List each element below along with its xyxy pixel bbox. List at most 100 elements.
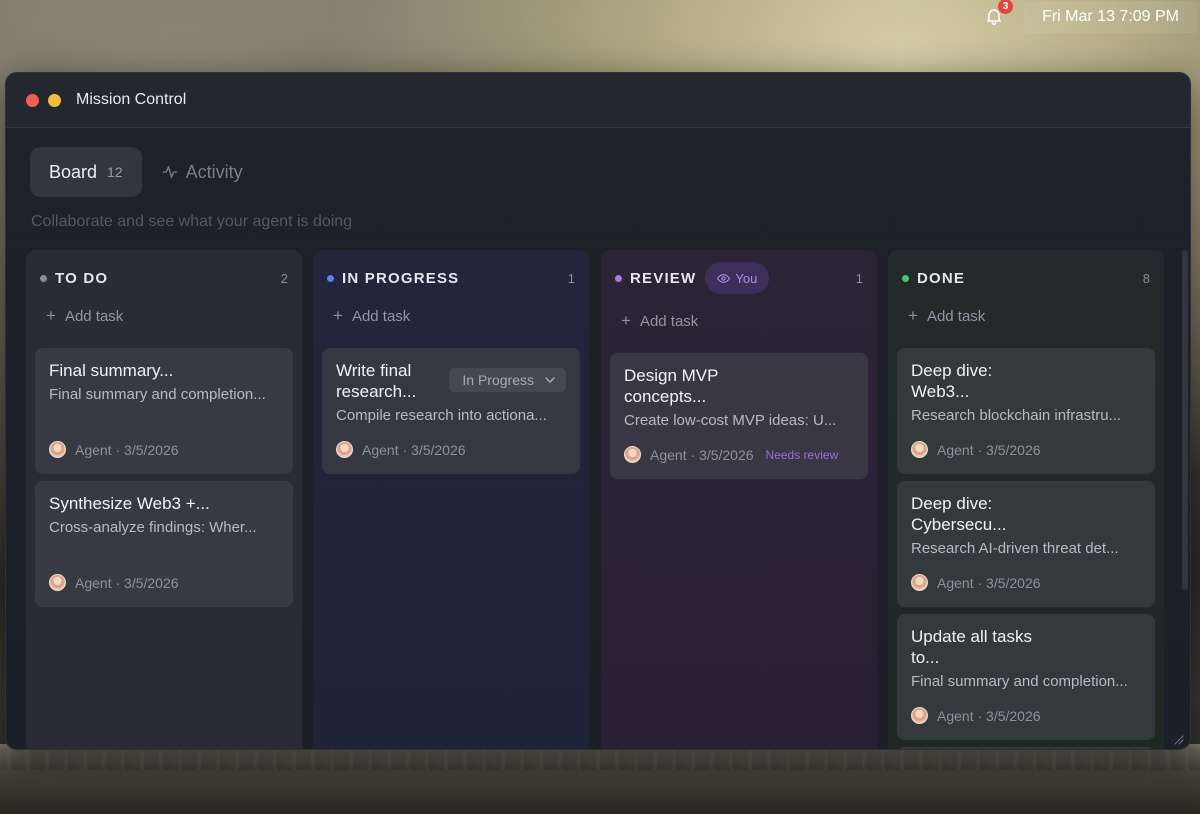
add-task-label: Add task <box>64 307 124 325</box>
column-todo: TO DO 2 + Add task Final summary... Fina… <box>26 250 302 749</box>
agent-avatar <box>624 446 641 463</box>
wallpaper-landscape <box>0 744 1200 814</box>
card-author-date: Agent · 3/5/2026 <box>937 574 1041 591</box>
card-meta: Agent · 3/5/2026 <box>49 441 279 458</box>
tab-activity-label: Activity <box>185 161 243 182</box>
assignee-badge-label: You <box>735 270 758 286</box>
menu-bar-status: 3 Fri Mar 13 7:09 PM <box>984 0 1200 34</box>
task-card[interactable]: Deep dive: Cybersecu... Research AI-driv… <box>897 481 1155 607</box>
card-author-date: Agent · 3/5/2026 <box>937 707 1041 724</box>
plus-icon: + <box>621 311 631 330</box>
column-count: 1 <box>567 270 575 286</box>
task-card-partial[interactable] <box>897 747 1155 749</box>
view-tabs: Board 12 Activity <box>30 147 262 197</box>
column-review: REVIEW You 1 + Add task Design MVP conce… <box>601 250 877 749</box>
column-header: DONE 8 <box>902 264 1150 292</box>
add-task-button[interactable]: + Add task <box>333 306 410 326</box>
card-description: Final summary and completion... <box>911 673 1128 690</box>
task-card[interactable]: Design MVP concepts... Create low-cost M… <box>610 353 868 479</box>
plus-icon: + <box>333 306 343 325</box>
column-header: IN PROGRESS 1 <box>327 264 575 292</box>
add-task-label: Add task <box>639 312 699 330</box>
window-title: Mission Control <box>76 91 187 108</box>
status-dot <box>327 274 334 282</box>
eye-icon <box>717 273 731 283</box>
chevron-down-icon <box>545 377 555 383</box>
menu-bar-clock[interactable]: Fri Mar 13 7:09 PM <box>1024 1 1197 33</box>
add-task-label: Add task <box>926 307 986 325</box>
status-dot <box>902 274 909 282</box>
card-meta: Agent · 3/5/2026 <box>911 574 1141 591</box>
card-meta: Agent · 3/5/2026 <box>911 707 1141 724</box>
agent-avatar <box>336 441 353 458</box>
column-header: TO DO 2 <box>40 264 288 292</box>
card-title: Synthesize Web3 +... <box>49 494 210 513</box>
agent-avatar <box>49 441 66 458</box>
card-meta: Agent · 3/5/2026 <box>336 441 566 458</box>
plus-icon: + <box>46 306 56 325</box>
card-meta: Agent · 3/5/2026 <box>49 574 279 591</box>
card-description: Compile research into actiona... <box>336 407 547 424</box>
card-title: Deep dive: Web3... <box>911 361 993 401</box>
card-author-date: Agent · 3/5/2026 <box>75 574 179 591</box>
column-title: DONE <box>917 269 966 287</box>
notification-badge: 3 <box>998 0 1014 14</box>
agent-avatar <box>49 574 66 591</box>
page-subtitle: Collaborate and see what your agent is d… <box>31 213 353 230</box>
status-dot <box>615 274 622 282</box>
card-description: Create low-cost MVP ideas: U... <box>624 412 837 429</box>
card-title: Deep dive: Cybersecu... <box>911 494 1007 534</box>
column-in-progress: IN PROGRESS 1 + Add task Write final res… <box>313 250 589 749</box>
column-title: REVIEW <box>630 269 697 287</box>
column-header: REVIEW You 1 <box>615 261 863 295</box>
notifications-button[interactable]: 3 <box>984 0 1014 28</box>
tab-board-count: 12 <box>107 164 123 180</box>
task-card[interactable]: Write final research... In Progress Comp… <box>322 348 580 474</box>
column-done: DONE 8 + Add task Deep dive: Web3... Res… <box>888 250 1164 749</box>
status-dot <box>40 274 47 282</box>
agent-avatar <box>911 707 928 724</box>
activity-icon <box>162 166 178 178</box>
agent-avatar <box>911 574 928 591</box>
tab-board-label: Board <box>49 161 98 182</box>
card-description: Research blockchain infrastru... <box>911 407 1122 424</box>
card-title: Final summary... <box>49 361 174 380</box>
card-author-date: Agent · 3/5/2026 <box>937 441 1041 458</box>
kanban-board: TO DO 2 + Add task Final summary... Fina… <box>26 250 1164 749</box>
status-dropdown-value: In Progress <box>462 372 534 388</box>
card-title: Design MVP concepts... <box>624 366 719 406</box>
task-card[interactable]: Final summary... Final summary and compl… <box>35 348 293 474</box>
add-task-button[interactable]: + Add task <box>908 306 985 326</box>
column-count: 8 <box>1142 270 1150 286</box>
minimize-window-button[interactable] <box>48 93 61 107</box>
board-scrollbar[interactable] <box>1182 250 1188 590</box>
plus-icon: + <box>908 306 918 325</box>
assignee-badge[interactable]: You <box>705 262 770 294</box>
card-author-date: Agent · 3/5/2026 <box>362 441 466 458</box>
tab-board[interactable]: Board 12 <box>30 147 142 197</box>
status-dropdown[interactable]: In Progress <box>449 368 566 392</box>
column-title: IN PROGRESS <box>342 269 460 287</box>
card-meta: Agent · 3/5/2026 Needs review <box>624 446 854 463</box>
card-description: Final summary and completion... <box>49 386 266 403</box>
resize-grip-icon[interactable] <box>1170 731 1184 745</box>
task-card[interactable]: Deep dive: Web3... Research blockchain i… <box>897 348 1155 474</box>
column-title: TO DO <box>55 269 109 287</box>
tab-activity[interactable]: Activity <box>142 147 262 197</box>
add-task-label: Add task <box>351 307 411 325</box>
agent-avatar <box>911 441 928 458</box>
add-task-button[interactable]: + Add task <box>621 311 698 331</box>
close-window-button[interactable] <box>26 93 39 107</box>
card-author-date: Agent · 3/5/2026 <box>650 446 754 463</box>
card-description: Research AI-driven threat det... <box>911 540 1119 557</box>
add-task-button[interactable]: + Add task <box>46 306 123 326</box>
card-title: Update all tasks to... <box>911 627 1032 667</box>
column-count: 2 <box>280 270 288 286</box>
window-content: Board 12 Activity Collaborate and see wh… <box>6 128 1190 749</box>
card-meta: Agent · 3/5/2026 <box>911 441 1141 458</box>
card-title: Write final research... <box>336 361 417 401</box>
column-count: 1 <box>855 270 863 286</box>
task-card[interactable]: Update all tasks to... Final summary and… <box>897 614 1155 740</box>
window-titlebar[interactable]: Mission Control <box>6 73 1190 128</box>
task-card[interactable]: Synthesize Web3 +... Cross-analyze findi… <box>35 481 293 607</box>
